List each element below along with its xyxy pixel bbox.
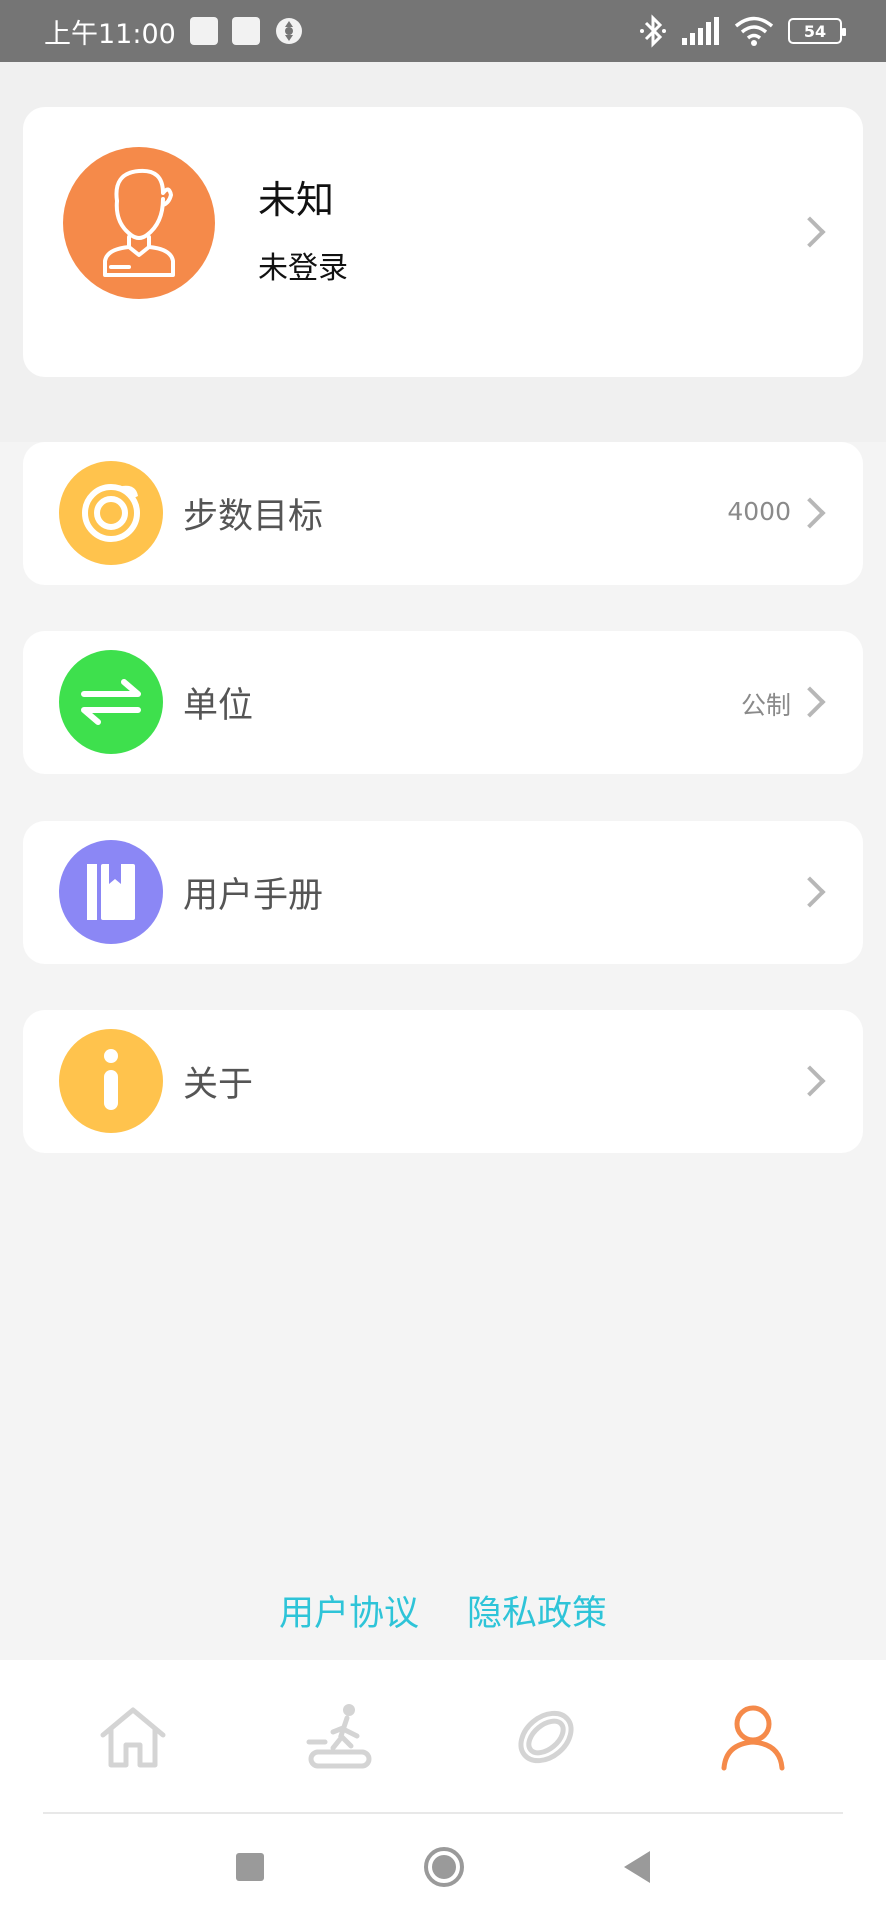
profile-card[interactable]: 未知 未登录 bbox=[23, 107, 863, 377]
step-goal-value: 4000 bbox=[727, 497, 791, 526]
ring-icon bbox=[518, 1710, 574, 1764]
menu-label: 单位 bbox=[183, 686, 254, 726]
menu-item-about[interactable]: 关于 bbox=[23, 1010, 863, 1153]
home-icon bbox=[100, 1707, 166, 1768]
wifi-icon bbox=[734, 16, 774, 46]
menu-label: 关于 bbox=[183, 1065, 254, 1105]
bluetooth-icon bbox=[640, 14, 666, 48]
status-bar: 上午11:00 54 bbox=[0, 0, 886, 62]
menu-item-unit[interactable]: 单位 公制 bbox=[23, 631, 863, 774]
menu-label: 用户手册 bbox=[183, 876, 324, 916]
target-icon bbox=[59, 461, 163, 565]
signal-icon bbox=[682, 17, 719, 45]
profile-name: 未知 bbox=[258, 178, 335, 222]
user-avatar-icon bbox=[103, 168, 175, 277]
tab-sport[interactable] bbox=[290, 1687, 390, 1787]
treadmill-icon bbox=[306, 1704, 372, 1769]
chevron-right-icon bbox=[794, 216, 826, 248]
footer-links: 用户协议 隐私政策 bbox=[0, 1585, 886, 1636]
privacy-policy-link[interactable]: 隐私政策 bbox=[467, 1585, 607, 1636]
home-button-icon[interactable] bbox=[424, 1847, 464, 1887]
notification-icon bbox=[231, 17, 260, 45]
chevron-right-icon bbox=[794, 876, 826, 908]
swap-icon bbox=[59, 650, 163, 754]
info-icon bbox=[59, 1029, 163, 1133]
book-icon bbox=[59, 840, 163, 944]
login-status: 未登录 bbox=[258, 251, 348, 286]
recent-apps-icon[interactable] bbox=[236, 1853, 264, 1881]
menu-item-user-manual[interactable]: 用户手册 bbox=[23, 821, 863, 964]
menu-label: 步数目标 bbox=[183, 497, 324, 537]
back-icon[interactable] bbox=[624, 1851, 650, 1883]
chevron-right-icon bbox=[794, 497, 826, 529]
system-nav-bar bbox=[0, 1814, 886, 1920]
battery-icon: 54 bbox=[788, 18, 846, 44]
notification-icon bbox=[189, 17, 218, 45]
tab-profile[interactable] bbox=[703, 1687, 803, 1787]
menu-item-step-goal[interactable]: 步数目标 4000 bbox=[23, 442, 863, 585]
user-icon bbox=[721, 1705, 785, 1771]
avatar bbox=[63, 147, 215, 299]
tab-home[interactable] bbox=[83, 1687, 183, 1787]
chevron-right-icon bbox=[794, 1065, 826, 1097]
sync-icon bbox=[275, 18, 302, 44]
user-agreement-link[interactable]: 用户协议 bbox=[279, 1585, 419, 1636]
tab-device[interactable] bbox=[496, 1687, 596, 1787]
unit-value: 公制 bbox=[740, 691, 791, 720]
chevron-right-icon bbox=[794, 686, 826, 718]
status-right: 54 bbox=[640, 14, 846, 48]
tab-bar bbox=[0, 1660, 886, 1814]
status-time: 上午11:00 bbox=[44, 18, 176, 50]
status-left: 上午11:00 bbox=[44, 12, 304, 51]
